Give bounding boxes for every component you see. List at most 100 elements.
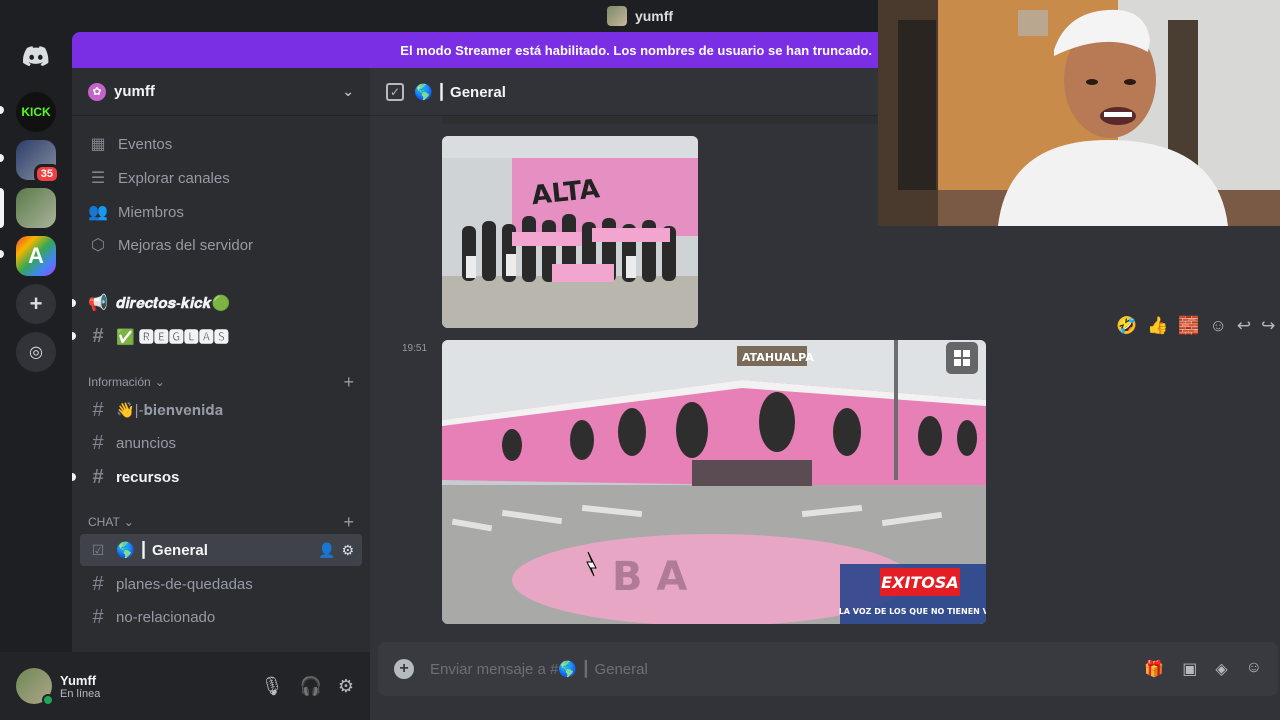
gift-icon[interactable]: 🎁 bbox=[1144, 659, 1164, 679]
server-kick[interactable]: KICK bbox=[16, 92, 56, 132]
message-image-crowd[interactable]: ALTA bbox=[442, 136, 698, 328]
channel-sidebar: ✿ yumff ⌄ ▦ Eventos ☰ Explorar canales 👥… bbox=[72, 68, 370, 652]
unread-indicator bbox=[0, 250, 4, 258]
server-a[interactable]: A bbox=[16, 236, 56, 276]
channel-title: 🌎 ┃ General bbox=[414, 83, 506, 101]
unread-indicator bbox=[0, 106, 4, 114]
forward-icon[interactable]: ↪ bbox=[1261, 316, 1275, 336]
user-panel: Yumff En línea 🎙 🎧 ⚙ bbox=[0, 652, 370, 720]
channel-label: planes-de-quedadas bbox=[116, 575, 253, 593]
discord-home-button[interactable] bbox=[16, 36, 56, 76]
message-timestamp: 19:51 bbox=[402, 343, 428, 354]
hash-icon: # bbox=[92, 398, 104, 421]
add-channel-icon[interactable]: + bbox=[343, 372, 354, 393]
thumbs-up-emoji-icon[interactable]: 👍 bbox=[1147, 316, 1168, 336]
server-ba[interactable]: 35 bbox=[16, 140, 60, 184]
emoji-icon[interactable]: ☺ bbox=[1246, 659, 1262, 679]
online-status-icon bbox=[42, 694, 54, 706]
sticker-icon[interactable]: ◈ bbox=[1215, 659, 1227, 679]
channel-bienvenida[interactable]: # 👋|-𝐛𝐢𝐞𝐧𝐯𝐞𝐧𝐢𝐝𝐚 bbox=[80, 394, 362, 426]
category-label: CHAT bbox=[88, 515, 120, 529]
laughing-emoji-icon[interactable]: 🤣 bbox=[1116, 316, 1137, 336]
nav-browse-channels[interactable]: ☰ Explorar canales bbox=[80, 162, 362, 194]
gear-icon[interactable]: ⚙ bbox=[338, 676, 354, 697]
plus-icon: + bbox=[29, 291, 43, 316]
discord-app: yumff KICK 35 A + ◎ El modo Streamer est… bbox=[0, 0, 1280, 720]
channel-planes-de-quedadas[interactable]: # planes-de-quedadas bbox=[80, 568, 362, 600]
channel-label: 👋|-𝐛𝐢𝐞𝐧𝐯𝐞𝐧𝐢𝐝𝐚 bbox=[116, 402, 224, 419]
compass-icon: ◎ bbox=[29, 344, 43, 361]
channel-actions: 👤 ⚙ bbox=[318, 542, 354, 559]
rules-checkbox-icon: ✓ bbox=[386, 82, 404, 101]
category-informacion[interactable]: Información ⌄ + bbox=[80, 372, 362, 392]
megaphone-icon: 📢 bbox=[88, 295, 108, 312]
server-avatar-icon bbox=[606, 6, 627, 26]
nav-events[interactable]: ▦ Eventos bbox=[80, 128, 362, 160]
channel-directos-kick[interactable]: 📢 𝒅𝒊𝒓𝒆𝒄𝒕𝒐𝒔-𝒌𝒊𝒄𝒌🟢 bbox=[72, 287, 362, 319]
chevron-down-icon: ⌄ bbox=[154, 375, 165, 389]
category-label: Información bbox=[88, 375, 151, 389]
user-info[interactable]: Yumff En línea bbox=[60, 673, 100, 700]
channel-anuncios[interactable]: # anuncios bbox=[80, 427, 362, 459]
members-icon: 👥 bbox=[88, 204, 108, 221]
reply-icon[interactable]: ↩ bbox=[1237, 316, 1251, 336]
hash-icon: # bbox=[92, 431, 104, 454]
hash-icon: # bbox=[92, 465, 104, 488]
add-reaction-icon[interactable]: ☺ bbox=[1210, 316, 1227, 336]
discover-button[interactable]: ◎ bbox=[16, 332, 56, 372]
calendar-icon: ▦ bbox=[90, 136, 106, 153]
unread-indicator bbox=[72, 299, 76, 307]
channel-label: anuncios bbox=[116, 434, 177, 452]
gear-icon[interactable]: ⚙ bbox=[341, 542, 354, 559]
user-controls: 🎙 🎧 ⚙ bbox=[261, 676, 354, 697]
channel-label: no-relacionado bbox=[116, 608, 216, 626]
channel-label: 🌎 ┃ General bbox=[116, 542, 208, 559]
microphone-icon[interactable]: 🎙 bbox=[261, 676, 284, 697]
server-name: yumff bbox=[114, 83, 155, 100]
add-channel-icon[interactable]: + bbox=[343, 512, 354, 533]
media-gallery-icon[interactable] bbox=[946, 342, 978, 374]
server-a-label: A bbox=[28, 243, 44, 268]
chevron-down-icon[interactable]: ⌄ bbox=[342, 83, 354, 100]
hash-icon: # bbox=[92, 572, 104, 595]
nav-server-boost[interactable]: ⬡ Mejoras del servidor bbox=[80, 229, 362, 261]
channel-general[interactable]: ☑ 🌎 ┃ General 👤 ⚙ bbox=[80, 534, 362, 566]
channel-label: 𝒅𝒊𝒓𝒆𝒄𝒕𝒐𝒔-𝒌𝒊𝒄𝒌🟢 bbox=[116, 295, 231, 312]
headphones-icon[interactable]: 🎧 bbox=[299, 676, 321, 697]
nav-label: Mejoras del servidor bbox=[118, 236, 254, 254]
svg-text:B A: B A bbox=[612, 554, 687, 600]
server-yumff[interactable] bbox=[16, 188, 56, 228]
webcam-video bbox=[878, 0, 1280, 226]
mural-photo: ATAHUALPA B A EXITOSA LA VOZ DE LOS QUE … bbox=[442, 340, 986, 624]
nav-label: Miembros bbox=[118, 203, 184, 221]
exitosa-tagline: LA VOZ DE LOS QUE NO TIENEN VOZ bbox=[839, 607, 986, 616]
mention-badge: 35 bbox=[33, 164, 60, 184]
banner-text: El modo Streamer está habilitado. Los no… bbox=[400, 42, 872, 58]
server-boost-icon: ✿ bbox=[88, 82, 106, 101]
nav-label: Eventos bbox=[118, 135, 173, 153]
bricks-emoji-icon[interactable]: 🧱 bbox=[1178, 316, 1199, 336]
channel-reglas[interactable]: # ✅ 🆁🅴🅶🅻🅰🆂 bbox=[72, 320, 362, 352]
nav-label: Explorar canales bbox=[118, 169, 230, 187]
add-server-button[interactable]: + bbox=[16, 284, 56, 324]
browse-icon: ☰ bbox=[90, 170, 106, 187]
avatar[interactable] bbox=[16, 668, 54, 706]
attach-plus-icon[interactable]: + bbox=[394, 659, 414, 679]
category-chat[interactable]: CHAT ⌄ + bbox=[80, 512, 362, 532]
selected-indicator bbox=[0, 188, 4, 228]
message-input[interactable]: Enviar mensaje a #🌎 ┃ General bbox=[430, 660, 648, 678]
kick-label: KICK bbox=[21, 105, 51, 119]
channel-no-relacionado[interactable]: # no-relacionado bbox=[80, 601, 362, 633]
gif-icon[interactable]: ▣ bbox=[1182, 659, 1197, 679]
message-image-mural[interactable]: ATAHUALPA B A EXITOSA LA VOZ DE LOS QUE … bbox=[442, 340, 986, 624]
nav-members[interactable]: 👥 Miembros bbox=[80, 196, 362, 228]
invite-icon[interactable]: 👤 bbox=[318, 542, 335, 559]
exitosa-logo: EXITOSA bbox=[881, 573, 959, 592]
channel-recursos[interactable]: # recursos bbox=[72, 461, 362, 493]
unread-indicator bbox=[72, 473, 76, 481]
server-header[interactable]: ✿ yumff ⌄ bbox=[72, 68, 370, 116]
chevron-down-icon: ⌄ bbox=[123, 515, 134, 529]
webcam-overlay bbox=[878, 0, 1280, 226]
channel-label: ✅ 🆁🅴🅶🅻🅰🆂 bbox=[116, 328, 229, 346]
streamer-mode-banner: El modo Streamer está habilitado. Los no… bbox=[72, 32, 880, 68]
